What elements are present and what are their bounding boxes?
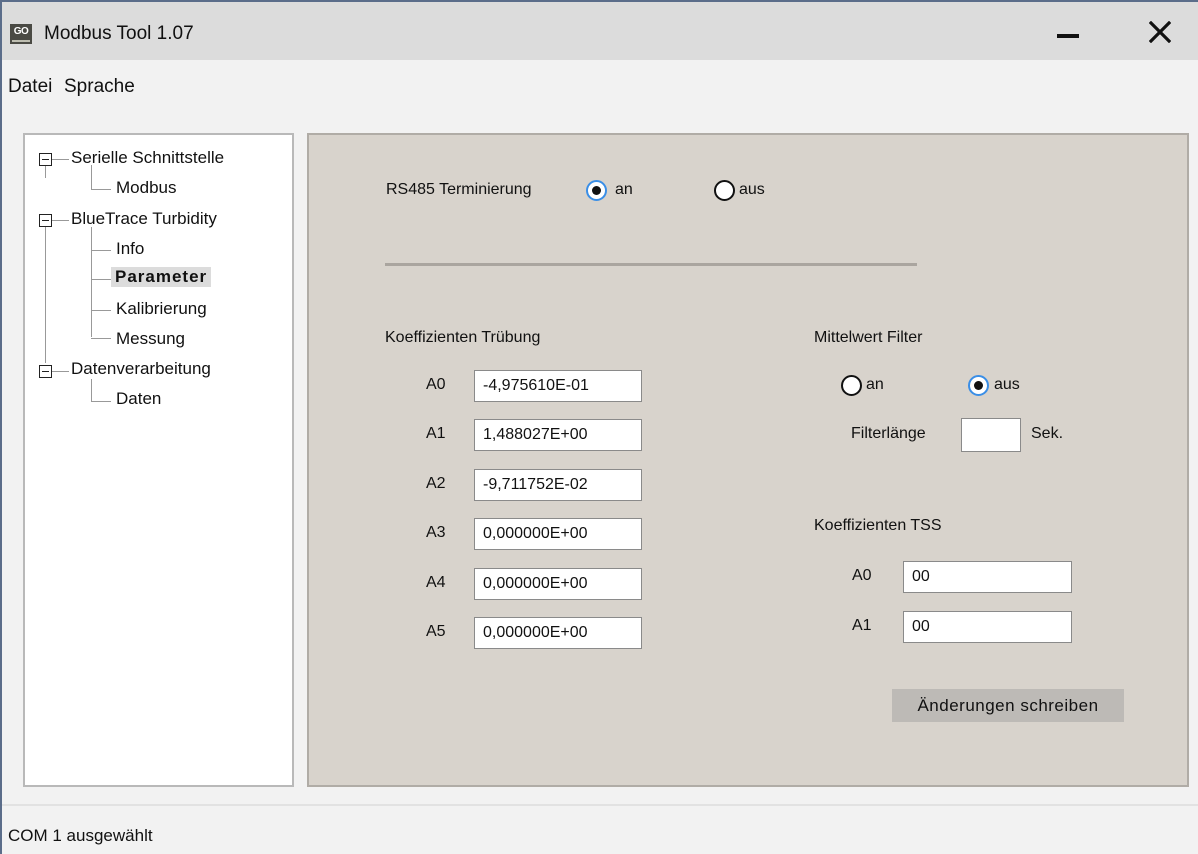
filter-length-field[interactable] <box>961 418 1021 452</box>
turbidity-a5-field[interactable]: 0,000000E+00 <box>474 617 642 649</box>
turbidity-a0-label: A0 <box>426 376 446 393</box>
title-bar: GO Modbus Tool 1.07 <box>2 2 1198 60</box>
turbidity-a3-field[interactable]: 0,000000E+00 <box>474 518 642 550</box>
tree-item-bluetrace-turbidity[interactable]: BlueTrace Turbidity <box>71 209 217 229</box>
filter-off-radio[interactable] <box>968 375 989 396</box>
tss-a1-field[interactable]: 00 <box>903 611 1072 643</box>
status-text: COM 1 ausgewählt <box>8 826 153 845</box>
turbidity-coefficients-heading: Koeffizienten Trübung <box>385 329 541 346</box>
menu-bar: Datei Sprache <box>2 60 1198 114</box>
tree-collapse-icon[interactable] <box>39 153 52 166</box>
mean-filter-heading: Mittelwert Filter <box>814 329 923 346</box>
termination-on-label: an <box>615 181 633 198</box>
main-content: Serielle Schnittstelle Modbus BlueTrace … <box>2 114 1198 804</box>
rs485-termination-label: RS485 Terminierung <box>386 181 532 198</box>
write-changes-button[interactable]: Änderungen schreiben <box>892 689 1124 722</box>
turbidity-a4-field[interactable]: 0,000000E+00 <box>474 568 642 600</box>
turbidity-a1-field[interactable]: 1,488027E+00 <box>474 419 642 451</box>
app-logo-icon: GO <box>10 24 32 44</box>
turbidity-a0-field[interactable]: -4,975610E-01 <box>474 370 642 402</box>
tree-item-modbus[interactable]: Modbus <box>116 178 176 198</box>
parameter-panel: RS485 Terminierung an aus Koeffizienten … <box>307 133 1189 787</box>
filter-on-label: an <box>866 376 884 393</box>
close-button[interactable] <box>1140 14 1180 50</box>
filter-length-unit: Sek. <box>1031 425 1064 442</box>
turbidity-a3-label: A3 <box>426 524 446 541</box>
termination-on-radio[interactable] <box>586 180 607 201</box>
tree-item-kalibrierung[interactable]: Kalibrierung <box>116 299 207 319</box>
tss-a1-label: A1 <box>852 617 872 634</box>
minimize-button[interactable] <box>1048 14 1088 50</box>
close-icon <box>1149 21 1171 43</box>
status-bar: COM 1 ausgewählt <box>2 804 1198 854</box>
turbidity-a4-label: A4 <box>426 574 446 591</box>
termination-off-radio[interactable] <box>714 180 735 201</box>
tree-item-info[interactable]: Info <box>116 239 144 259</box>
filter-length-label: Filterlänge <box>851 425 926 442</box>
filter-off-label: aus <box>994 376 1020 393</box>
tree-item-datenverarbeitung[interactable]: Datenverarbeitung <box>71 359 211 379</box>
menu-sprache[interactable]: Sprache <box>64 76 135 98</box>
filter-on-radio[interactable] <box>841 375 862 396</box>
termination-off-label: aus <box>739 181 765 198</box>
tree-collapse-icon[interactable] <box>39 214 52 227</box>
minimize-icon <box>1057 34 1079 38</box>
app-window: GO Modbus Tool 1.07 Datei Sprache Seriel… <box>0 0 1198 854</box>
tss-a0-label: A0 <box>852 567 872 584</box>
tree-item-parameter[interactable]: Parameter <box>111 267 212 287</box>
tree-item-daten[interactable]: Daten <box>116 389 161 409</box>
turbidity-a1-label: A1 <box>426 425 446 442</box>
tree-collapse-icon[interactable] <box>39 365 52 378</box>
window-title: Modbus Tool 1.07 <box>44 23 194 44</box>
navigation-tree: Serielle Schnittstelle Modbus BlueTrace … <box>23 133 294 787</box>
menu-datei[interactable]: Datei <box>8 76 52 98</box>
tree-item-serielle-schnittstelle[interactable]: Serielle Schnittstelle <box>71 148 224 168</box>
section-divider <box>385 263 917 266</box>
turbidity-a2-field[interactable]: -9,711752E-02 <box>474 469 642 501</box>
turbidity-a5-label: A5 <box>426 623 446 640</box>
tree-item-messung[interactable]: Messung <box>116 329 185 349</box>
tss-coefficients-heading: Koeffizienten TSS <box>814 517 942 534</box>
tss-a0-field[interactable]: 00 <box>903 561 1072 593</box>
turbidity-a2-label: A2 <box>426 475 446 492</box>
